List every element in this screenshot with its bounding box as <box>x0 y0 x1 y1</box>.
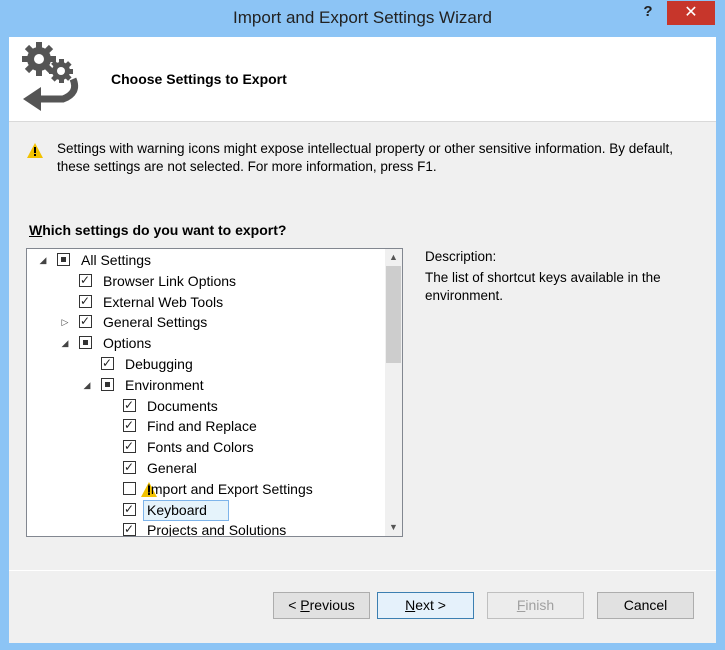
tree-checkbox[interactable] <box>123 440 136 454</box>
tree-item-label: Fonts and Colors <box>147 439 254 456</box>
tree-item-label: Import and Export Settings <box>147 480 313 497</box>
warning-icon <box>27 143 43 158</box>
tree-item-label: External Web Tools <box>103 293 224 310</box>
settings-question: Which settings do you want to export? <box>29 222 286 238</box>
scroll-up-arrow-icon[interactable]: ▲ <box>385 249 402 266</box>
tree-checkbox[interactable] <box>79 315 92 329</box>
expand-arrow-icon[interactable]: ◢ <box>81 375 93 396</box>
tree-item[interactable]: General <box>27 458 382 479</box>
tree-item-label: Options <box>103 335 152 352</box>
next-button[interactable]: Next > <box>377 592 474 619</box>
tree-checkbox[interactable] <box>123 398 136 412</box>
window-title: Import and Export Settings Wizard <box>233 8 492 27</box>
finish-button[interactable]: Finish <box>487 592 584 619</box>
tree-item[interactable]: External Web Tools <box>27 292 382 313</box>
tree-item[interactable]: Import and Export Settings <box>27 479 382 500</box>
description-label: Description: <box>425 249 497 264</box>
wizard-window: Import and Export Settings Wizard ? ✕ Ch… <box>0 0 725 650</box>
wizard-content: Settings with warning icons might expose… <box>9 122 716 570</box>
tree-item-label: Keyboard <box>143 499 229 521</box>
cancel-button[interactable]: Cancel <box>597 592 694 619</box>
question-text: hich settings do you want to export? <box>42 222 287 238</box>
tree-checkbox[interactable] <box>123 461 136 474</box>
tree-checkbox[interactable] <box>57 253 70 266</box>
warning-text: Settings with warning icons might expose… <box>57 141 674 174</box>
tree-item[interactable]: Keyboard <box>27 499 382 521</box>
tree-item[interactable]: ◢ Environment <box>27 375 382 396</box>
tree-checkbox[interactable] <box>79 336 92 350</box>
tree-checkbox[interactable] <box>101 377 114 391</box>
tree-item[interactable]: Browser Link Options <box>27 271 382 292</box>
tree-checkbox[interactable] <box>123 481 136 495</box>
tree-item[interactable]: Debugging <box>27 354 382 375</box>
tree-scrollbar[interactable]: ▲ ▼ <box>385 249 402 536</box>
scroll-down-arrow-icon[interactable]: ▼ <box>385 519 402 536</box>
title-bar: Import and Export Settings Wizard ? ✕ <box>0 0 725 37</box>
expand-arrow-icon[interactable]: ◢ <box>59 333 71 354</box>
settings-gears-icon <box>22 42 79 111</box>
close-button[interactable]: ✕ <box>667 1 715 25</box>
scroll-thumb[interactable] <box>386 266 401 363</box>
tree-item-label: General Settings <box>103 314 208 331</box>
wizard-header: Choose Settings to Export <box>9 37 716 122</box>
tree-checkbox[interactable] <box>123 523 136 536</box>
tree-item-label: All Settings <box>81 252 152 268</box>
tree-checkbox[interactable] <box>79 273 92 287</box>
collapse-arrow-icon[interactable]: ▷ <box>59 312 71 333</box>
wizard-footer: < Previous Next > Finish Cancel <box>9 570 716 643</box>
tree-item[interactable]: Projects and Solutions <box>27 520 382 537</box>
description-text: The list of shortcut keys available in t… <box>425 270 661 303</box>
tree-checkbox[interactable] <box>79 294 92 308</box>
tree-item-label: Debugging <box>125 356 193 372</box>
settings-tree[interactable]: ◢ All Settings Browser Link Options Externa… <box>26 248 403 537</box>
tree-item-label: Browser Link Options <box>103 272 237 289</box>
previous-button[interactable]: < Previous <box>273 592 370 619</box>
tree-item-label: Environment <box>125 376 204 393</box>
tree-checkbox[interactable] <box>123 502 136 516</box>
expand-arrow-icon[interactable]: ◢ <box>37 250 49 271</box>
tree-item[interactable]: Documents <box>27 396 382 417</box>
tree-item-label: General <box>147 460 197 476</box>
tree-item-label: Find and Replace <box>147 418 257 435</box>
tree-checkbox[interactable] <box>101 357 114 370</box>
page-title: Choose Settings to Export <box>111 71 287 87</box>
tree-item[interactable]: ◢ All Settings <box>27 250 382 271</box>
tree-item[interactable]: Find and Replace <box>27 416 382 437</box>
tree-item[interactable]: ◢ Options <box>27 333 382 354</box>
tree-item-label: Projects and Solutions <box>147 522 287 537</box>
question-access-key: W <box>29 222 43 238</box>
tree-item[interactable]: ▷ General Settings <box>27 312 382 333</box>
tree-checkbox[interactable] <box>123 419 136 433</box>
help-button[interactable]: ? <box>636 3 660 25</box>
tree-item-label: Documents <box>147 397 218 414</box>
tree-item[interactable]: Fonts and Colors <box>27 437 382 458</box>
